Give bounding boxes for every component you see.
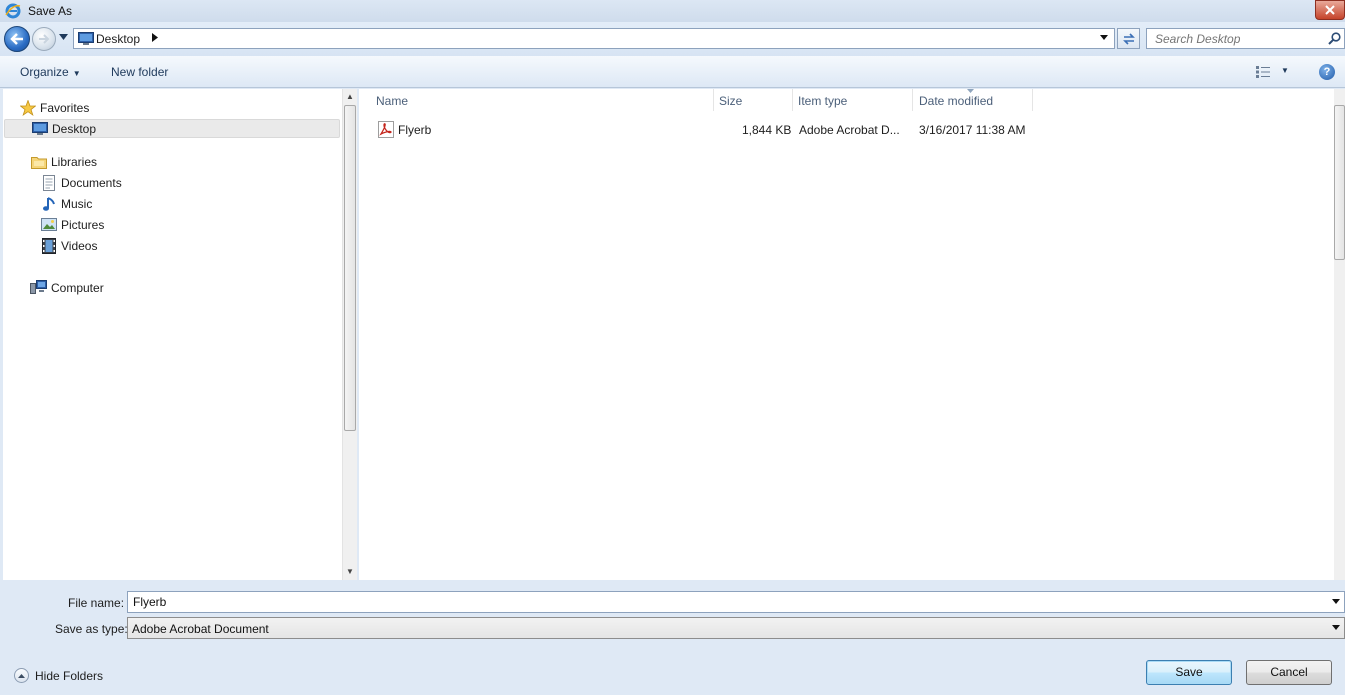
close-button[interactable] <box>1315 0 1345 20</box>
file-name-label: File name: <box>68 596 125 610</box>
scrollbar-thumb[interactable] <box>1334 105 1345 260</box>
internet-explorer-icon <box>5 3 21 19</box>
sidebar-item-music[interactable]: Music <box>40 194 92 213</box>
save-as-type-label: Save as type: <box>55 622 128 636</box>
chevron-down-icon[interactable] <box>1100 35 1108 40</box>
file-date-modified: 3/16/2017 11:38 AM <box>919 123 1026 137</box>
sidebar-item-label: Pictures <box>61 217 105 232</box>
desktop-icon <box>78 32 94 45</box>
view-options-icon[interactable] <box>1256 66 1272 78</box>
search-input[interactable] <box>1147 29 1327 48</box>
file-name: Flyerb <box>398 123 432 137</box>
sidebar-item-label: Libraries <box>51 154 98 169</box>
address-crumb-desktop[interactable]: Desktop <box>96 32 140 46</box>
view-dropdown-icon[interactable]: ▼ <box>1281 66 1289 75</box>
pictures-icon <box>40 216 57 233</box>
back-button[interactable] <box>4 26 30 52</box>
close-icon <box>1325 5 1335 15</box>
window-title: Save As <box>28 4 73 18</box>
hide-folders-label: Hide Folders <box>35 668 104 683</box>
cancel-button[interactable]: Cancel <box>1246 660 1332 685</box>
scrollbar-thumb[interactable] <box>344 105 356 431</box>
sidebar-item-label: Videos <box>61 238 98 253</box>
arrow-left-icon <box>10 33 23 45</box>
save-as-type-value: Adobe Acrobat Document <box>132 622 269 636</box>
sidebar-item-label: Documents <box>61 175 122 190</box>
sidebar-item-desktop[interactable]: Desktop <box>4 119 340 138</box>
scroll-up-icon[interactable]: ▲ <box>346 92 354 101</box>
chevron-right-icon[interactable] <box>152 33 158 42</box>
arrow-right-icon <box>39 34 50 44</box>
collapse-up-icon <box>14 668 29 683</box>
hide-folders-toggle[interactable]: Hide Folders <box>14 668 103 683</box>
navigation-pane: Favorites Desktop Libraries Documents Mu… <box>3 89 342 580</box>
sidebar-item-label: Favorites <box>40 100 90 115</box>
search-box[interactable] <box>1146 28 1345 49</box>
videos-icon <box>40 237 57 254</box>
documents-icon <box>40 174 57 191</box>
sidebar-item-label: Computer <box>51 280 104 295</box>
column-header-size[interactable]: Size <box>719 89 742 113</box>
file-list-pane: Name Size Item type Date modified Flyerb… <box>359 89 1334 580</box>
desktop-icon <box>31 120 48 137</box>
new-folder-button[interactable]: New folder <box>111 65 168 79</box>
title-bar: Save As <box>0 0 1345 22</box>
save-as-type-select[interactable]: Adobe Acrobat Document <box>127 617 1345 639</box>
column-header-item-type[interactable]: Item type <box>798 89 847 113</box>
file-name-input[interactable] <box>128 592 1344 612</box>
help-icon[interactable]: ? <box>1319 64 1335 80</box>
sidebar-item-videos[interactable]: Videos <box>40 236 97 255</box>
forward-button[interactable] <box>32 27 56 51</box>
file-list-scrollbar[interactable] <box>1334 89 1345 580</box>
address-bar[interactable]: Desktop <box>73 28 1115 49</box>
save-form-area: File name: Save as type: Adobe Acrobat D… <box>0 580 1345 695</box>
save-button[interactable]: Save <box>1146 660 1232 685</box>
search-icon[interactable] <box>1328 32 1341 45</box>
sort-indicator-icon <box>967 89 974 93</box>
command-toolbar: Organize ▼ New folder ▼ ? <box>0 56 1345 88</box>
refresh-button[interactable] <box>1117 28 1140 49</box>
scroll-down-icon[interactable]: ▼ <box>346 567 354 576</box>
pdf-icon <box>378 121 394 138</box>
sidebar-item-favorites[interactable]: Favorites <box>19 98 89 117</box>
navigation-pane-scrollbar[interactable]: ▲ ▼ <box>342 89 357 580</box>
organize-label: Organize <box>20 65 69 79</box>
table-row[interactable]: Flyerb 1,844 KB Adobe Acrobat D... 3/16/… <box>369 119 1039 141</box>
sidebar-item-documents[interactable]: Documents <box>40 173 122 192</box>
organize-menu-button[interactable]: Organize ▼ <box>20 65 81 79</box>
column-divider[interactable] <box>713 89 714 111</box>
computer-icon <box>30 279 47 296</box>
refresh-icon <box>1122 32 1135 45</box>
chevron-down-icon[interactable] <box>1332 625 1340 630</box>
file-name-field[interactable] <box>127 591 1345 613</box>
recent-pages-dropdown-icon[interactable] <box>59 34 68 40</box>
music-icon <box>40 195 57 212</box>
sidebar-item-label: Desktop <box>52 121 97 136</box>
sidebar-item-label: Music <box>61 196 93 211</box>
sidebar-item-pictures[interactable]: Pictures <box>40 215 104 234</box>
sidebar-item-computer[interactable]: Computer <box>30 278 104 297</box>
column-header-name[interactable]: Name <box>376 89 408 113</box>
caret-down-icon: ▼ <box>72 69 81 78</box>
chevron-down-icon[interactable] <box>1332 599 1340 604</box>
column-divider[interactable] <box>792 89 793 111</box>
navigation-bar: Desktop <box>0 22 1345 56</box>
column-divider[interactable] <box>1032 89 1033 111</box>
column-header-date-modified[interactable]: Date modified <box>919 89 993 113</box>
file-type: Adobe Acrobat D... <box>799 123 900 137</box>
star-icon <box>19 99 36 116</box>
sidebar-item-libraries[interactable]: Libraries <box>30 152 97 171</box>
column-divider[interactable] <box>912 89 913 111</box>
libraries-icon <box>30 153 47 170</box>
file-size: 1,844 KB <box>742 123 792 137</box>
